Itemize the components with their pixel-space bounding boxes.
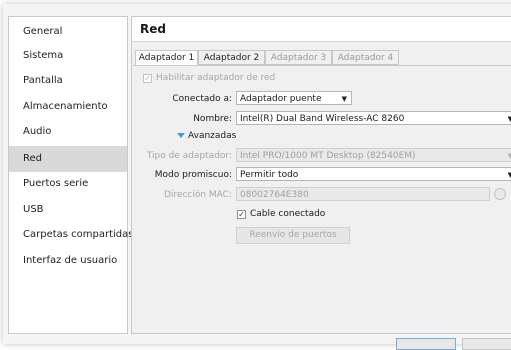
connected-to-value: Adaptador puente: [240, 94, 322, 104]
checkmark-icon: ✓: [144, 74, 151, 83]
promiscuous-mode-value: Permitir todo: [240, 170, 299, 180]
mac-address-label: Dirección MAC:: [163, 190, 232, 200]
dropdown-arrow-icon: ▼: [508, 112, 511, 124]
enable-adapter-label: Habilitar adaptador de red: [156, 73, 276, 83]
port-forwarding-button[interactable]: Reenvío de puertos: [236, 227, 350, 244]
checkmark-icon: ✓: [238, 210, 245, 219]
sidebar-item-sistema[interactable]: Sistema: [9, 43, 127, 69]
cable-connected-checkbox[interactable]: ✓: [237, 210, 246, 219]
name-select[interactable]: Intel(R) Dual Band Wireless-AC 8260 ▼: [236, 111, 511, 125]
sidebar-item-interfaz-usuario[interactable]: Interfaz de usuario: [9, 248, 127, 274]
sidebar-item-usb[interactable]: USB: [9, 197, 127, 223]
connected-to-select[interactable]: Adaptador puente ▼: [236, 91, 352, 105]
page-title: Red: [140, 22, 166, 36]
dropdown-arrow-icon: ▼: [508, 149, 511, 161]
refresh-mac-icon[interactable]: [494, 188, 506, 200]
cable-connected-label: Cable conectado: [250, 209, 326, 219]
mac-address-value: 08002764E380: [240, 190, 309, 200]
dropdown-arrow-icon: ▼: [508, 168, 511, 180]
sidebar-item-almacenamiento[interactable]: Almacenamiento: [9, 94, 127, 120]
sidebar-item-red[interactable]: Red: [9, 146, 127, 172]
promiscuous-mode-label: Modo promiscuo:: [154, 170, 232, 180]
tab-adaptador-4[interactable]: Adaptador 4: [332, 50, 399, 65]
sidebar-item-pantalla[interactable]: Pantalla: [9, 68, 127, 94]
tab-adaptador-2[interactable]: Adaptador 2: [198, 50, 265, 65]
sidebar-item-puertos-serie[interactable]: Puertos serie: [9, 171, 127, 197]
sidebar-item-audio[interactable]: Audio: [9, 119, 127, 145]
adapter-type-label: Tipo de adaptador:: [146, 151, 232, 161]
page-header: Red: [132, 17, 511, 42]
ok-button[interactable]: [396, 338, 456, 350]
enable-adapter-checkbox[interactable]: ✓: [143, 74, 152, 83]
cancel-button[interactable]: [462, 338, 511, 350]
promiscuous-mode-select[interactable]: Permitir todo ▼: [236, 167, 511, 181]
sidebar-item-general[interactable]: General: [9, 19, 127, 45]
connected-to-label: Conectado a:: [172, 94, 232, 104]
tab-adaptador-3[interactable]: Adaptador 3: [265, 50, 332, 65]
adapter-type-value: Intel PRO/1000 MT Desktop (82540EM): [240, 151, 416, 161]
mac-address-field[interactable]: 08002764E380: [236, 187, 490, 201]
name-label: Nombre:: [193, 114, 232, 124]
adapter-type-select[interactable]: Intel PRO/1000 MT Desktop (82540EM) ▼: [236, 148, 511, 162]
expand-triangle-icon[interactable]: [177, 133, 185, 138]
name-value: Intel(R) Dual Band Wireless-AC 8260: [240, 114, 405, 124]
sidebar-item-carpetas-compartidas[interactable]: Carpetas compartidas: [9, 222, 134, 248]
dropdown-arrow-icon: ▼: [341, 95, 347, 103]
tab-adaptador-1[interactable]: Adaptador 1: [135, 50, 198, 66]
settings-sidebar: General Sistema Pantalla Almacenamiento …: [8, 16, 134, 334]
advanced-toggle[interactable]: Avanzadas: [188, 131, 236, 141]
network-settings-panel: Red Adaptador 1 Adaptador 2 Adaptador 3 …: [131, 16, 511, 334]
